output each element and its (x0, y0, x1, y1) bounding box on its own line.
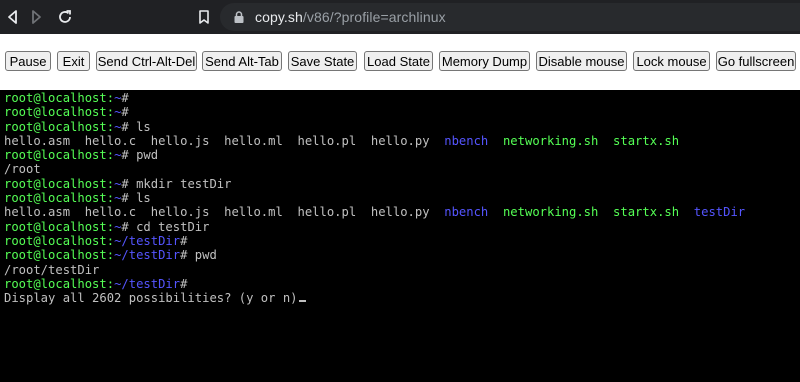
prompt-text: root@localhost: (4, 148, 115, 163)
terminal-line: root@localhost:~# ls (4, 191, 745, 205)
lock-mouse-button[interactable]: Lock mouse (633, 51, 710, 71)
terminal-line: hello.asm hello.c hello.js hello.ml hell… (4, 205, 745, 219)
url-host: copy.sh (255, 9, 303, 25)
browser-chrome: copy.sh/v86/?profile=archlinux (0, 0, 800, 34)
terminal-text: hello.asm hello.c hello.js hello.ml hell… (4, 205, 445, 220)
terminal-line: root@localhost:~# cd testDir (4, 220, 745, 234)
address-bar[interactable]: copy.sh/v86/?profile=archlinux (220, 3, 800, 31)
terminal-line: root@localhost:~# pwd (4, 148, 745, 162)
terminal-line: /root/testDir (4, 263, 745, 277)
bookmark-button[interactable] (193, 6, 215, 28)
prompt-text: root@localhost: (4, 119, 115, 134)
terminal-line: root@localhost:~# mkdir testDir (4, 177, 745, 191)
lock-icon (234, 11, 244, 23)
prompt-path: ~/testDir (114, 248, 181, 263)
terminal-text: /root/testDir (4, 262, 100, 277)
terminal-line: root@localhost:~/testDir# pwd (4, 248, 745, 262)
terminal-text: # ls (121, 119, 151, 134)
send-alt-tab-button[interactable]: Send Alt-Tab (202, 51, 282, 71)
terminal-line: Display all 2602 possibilities? (y or n) (4, 291, 745, 305)
send-ctrl-alt-del-button[interactable]: Send Ctrl-Alt-Del (96, 51, 197, 71)
load-state-button[interactable]: Load State (364, 51, 433, 71)
terminal-line: root@localhost:~# ls (4, 120, 745, 134)
terminal-line: /root (4, 162, 745, 176)
terminal-line: root@localhost:~# (4, 91, 745, 105)
terminal-text: Display all 2602 possibilities? (y or n) (4, 291, 298, 306)
go-fullscreen-button[interactable]: Go fullscreen (716, 51, 796, 71)
terminal-text: # (121, 91, 129, 105)
terminal-text: # (121, 105, 129, 120)
forward-arrow-icon (32, 10, 41, 24)
terminal-text: # ls (121, 191, 151, 206)
emulator-toolbar: Pause Exit Send Ctrl-Alt-Del Send Alt-Ta… (0, 34, 800, 90)
prompt-text: root@localhost: (4, 91, 115, 105)
file-entry: startx.sh (613, 133, 680, 148)
text-cursor (298, 300, 306, 303)
terminal-line: root@localhost:~/testDir# (4, 234, 745, 248)
prompt-path: ~/testDir (114, 233, 181, 248)
terminal-text: # cd testDir (121, 219, 210, 234)
terminal-text: # pwd (180, 248, 217, 263)
terminal-line: root@localhost:~# (4, 105, 745, 119)
prompt-text: root@localhost: (4, 191, 115, 206)
memory-dump-button[interactable]: Memory Dump (439, 51, 530, 71)
terminal-line: root@localhost:~/testDir# (4, 277, 745, 291)
prompt-text: root@localhost: (4, 248, 115, 263)
file-entry: networking.sh (502, 205, 599, 220)
terminal-line: hello.asm hello.c hello.js hello.ml hell… (4, 134, 745, 148)
url-text: copy.sh/v86/?profile=archlinux (255, 9, 446, 25)
file-entry: testDir (693, 205, 746, 220)
reload-button[interactable] (54, 6, 76, 28)
file-entry: startx.sh (613, 205, 680, 220)
terminal-output: root@localhost:~# root@localhost:~# root@l… (4, 91, 745, 305)
save-state-button[interactable]: Save State (288, 51, 357, 71)
back-arrow-icon (8, 10, 17, 24)
url-path: /v86/?profile=archlinux (302, 9, 446, 25)
reload-icon (59, 10, 71, 23)
terminal-text: # (180, 233, 188, 248)
back-button[interactable] (2, 6, 24, 28)
exit-button[interactable]: Exit (57, 51, 90, 71)
prompt-text: root@localhost: (4, 276, 115, 291)
terminal-text: # (180, 276, 188, 291)
prompt-text: root@localhost: (4, 233, 115, 248)
terminal-text: hello.asm hello.c hello.js hello.ml hell… (4, 133, 445, 148)
disable-mouse-button[interactable]: Disable mouse (536, 51, 627, 71)
forward-button[interactable] (25, 6, 47, 28)
file-entry: nbench (444, 205, 489, 220)
prompt-text: root@localhost: (4, 219, 115, 234)
terminal-text: # pwd (121, 148, 159, 163)
file-entry: networking.sh (502, 133, 599, 148)
prompt-text: root@localhost: (4, 176, 115, 191)
terminal-text: /root (4, 162, 41, 177)
prompt-path: ~/testDir (114, 276, 181, 291)
terminal-screen[interactable]: root@localhost:~# root@localhost:~# root@l… (0, 90, 800, 382)
terminal-text: # mkdir testDir (121, 176, 232, 191)
bookmark-icon (199, 10, 209, 24)
file-entry: nbench (444, 133, 489, 148)
prompt-text: root@localhost: (4, 105, 115, 120)
pause-button[interactable]: Pause (5, 51, 51, 71)
